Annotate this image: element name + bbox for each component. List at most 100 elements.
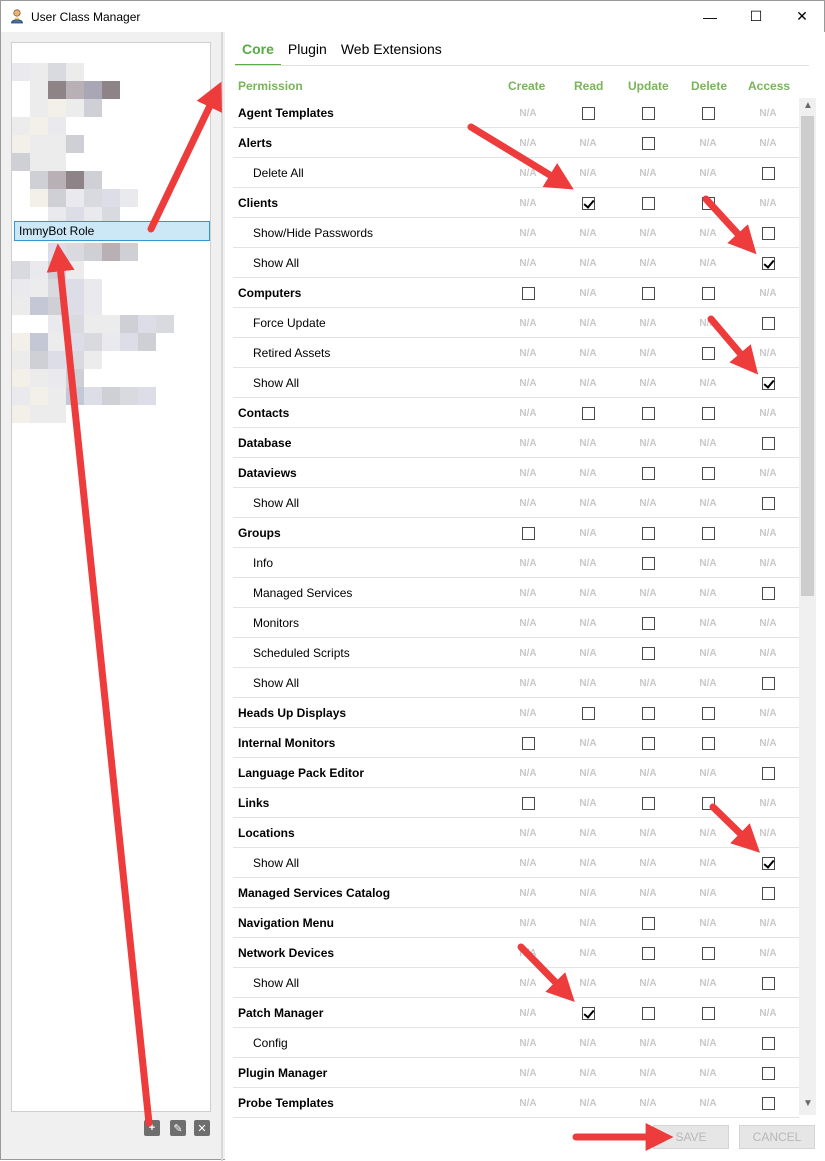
save-button[interactable]: SAVE [653, 1125, 729, 1149]
access-checkbox[interactable] [761, 1066, 775, 1080]
access-na: N/A [759, 557, 777, 569]
create-checkbox[interactable] [521, 286, 535, 300]
permission-name: Clients [238, 196, 279, 210]
read-na: N/A [579, 767, 597, 779]
delete-checkbox[interactable] [701, 1006, 715, 1020]
update-checkbox[interactable] [641, 556, 655, 570]
minimize-icon: — [703, 8, 717, 25]
scroll-down-icon[interactable]: ▼ [803, 1098, 813, 1109]
access-checkbox[interactable] [761, 316, 775, 330]
create-checkbox[interactable] [521, 736, 535, 750]
access-checkbox[interactable] [761, 376, 775, 390]
delete-checkbox[interactable] [701, 946, 715, 960]
maximize-button[interactable]: ☐ [733, 1, 779, 32]
update-checkbox[interactable] [641, 736, 655, 750]
panel-splitter[interactable] [221, 32, 223, 1161]
access-checkbox[interactable] [761, 856, 775, 870]
access-checkbox[interactable] [761, 1096, 775, 1110]
read-checkbox[interactable] [581, 1006, 595, 1020]
redacted-pixel [30, 99, 48, 117]
update-checkbox[interactable] [641, 286, 655, 300]
access-checkbox[interactable] [761, 1036, 775, 1050]
scroll-up-icon[interactable]: ▲ [803, 100, 813, 111]
edit-role-button[interactable]: ✎ [170, 1120, 186, 1136]
delete-checkbox[interactable] [701, 346, 715, 360]
scroll-thumb[interactable] [801, 116, 814, 596]
redacted-pixel [102, 243, 120, 261]
update-cell [628, 465, 668, 481]
redacted-pixel [12, 333, 30, 351]
update-checkbox[interactable] [641, 136, 655, 150]
delete-checkbox[interactable] [701, 286, 715, 300]
role-item-selected[interactable]: ImmyBot Role [14, 221, 210, 241]
delete-checkbox[interactable] [701, 796, 715, 810]
create-na: N/A [519, 677, 537, 689]
table-row: Patch Manager N/A N/A [233, 998, 799, 1028]
redacted-pixel [30, 81, 48, 99]
minimize-button[interactable]: — [687, 1, 733, 32]
create-cell [508, 285, 548, 301]
delete-checkbox[interactable] [701, 706, 715, 720]
permission-name: Computers [238, 286, 302, 300]
delete-role-button[interactable]: ✕ [194, 1120, 210, 1136]
access-checkbox[interactable] [761, 226, 775, 240]
read-checkbox[interactable] [581, 106, 595, 120]
access-checkbox[interactable] [761, 766, 775, 780]
grid-scrollbar[interactable]: ▲ ▼ [799, 98, 816, 1115]
role-list[interactable]: ImmyBot Role [11, 42, 211, 1112]
update-checkbox[interactable] [641, 196, 655, 210]
read-checkbox[interactable] [581, 706, 595, 720]
delete-na: N/A [699, 557, 717, 569]
redacted-pixel [30, 117, 48, 135]
update-checkbox[interactable] [641, 1006, 655, 1020]
read-na: N/A [579, 137, 597, 149]
delete-checkbox[interactable] [701, 106, 715, 120]
close-button[interactable]: ✕ [779, 1, 825, 32]
update-checkbox[interactable] [641, 706, 655, 720]
update-na: N/A [639, 167, 657, 179]
read-checkbox[interactable] [581, 406, 595, 420]
access-na: N/A [759, 347, 777, 359]
update-checkbox[interactable] [641, 616, 655, 630]
table-row: Links N/A N/A [233, 788, 799, 818]
create-na: N/A [519, 197, 537, 209]
tab-core[interactable]: Core [235, 40, 281, 66]
access-checkbox[interactable] [761, 166, 775, 180]
access-checkbox[interactable] [761, 676, 775, 690]
update-na: N/A [639, 227, 657, 239]
delete-checkbox[interactable] [701, 736, 715, 750]
delete-checkbox[interactable] [701, 526, 715, 540]
access-na: N/A [759, 707, 777, 719]
add-role-button[interactable]: + [144, 1120, 160, 1136]
access-checkbox[interactable] [761, 256, 775, 270]
access-checkbox[interactable] [761, 976, 775, 990]
update-checkbox[interactable] [641, 406, 655, 420]
redacted-pixel [30, 279, 48, 297]
read-cell [568, 105, 608, 121]
update-checkbox[interactable] [641, 106, 655, 120]
access-checkbox[interactable] [761, 496, 775, 510]
delete-checkbox[interactable] [701, 406, 715, 420]
update-checkbox[interactable] [641, 946, 655, 960]
update-checkbox[interactable] [641, 526, 655, 540]
delete-checkbox[interactable] [701, 466, 715, 480]
permission-name: Locations [238, 826, 295, 840]
update-checkbox[interactable] [641, 796, 655, 810]
create-checkbox[interactable] [521, 796, 535, 810]
tab-plugin[interactable]: Plugin [281, 40, 334, 66]
access-cell [748, 165, 788, 181]
read-checkbox[interactable] [581, 196, 595, 210]
update-checkbox[interactable] [641, 646, 655, 660]
create-checkbox[interactable] [521, 526, 535, 540]
permission-name: Navigation Menu [238, 916, 335, 930]
access-checkbox[interactable] [761, 436, 775, 450]
update-checkbox[interactable] [641, 466, 655, 480]
cancel-button[interactable]: CANCEL [739, 1125, 815, 1149]
update-checkbox[interactable] [641, 916, 655, 930]
create-na: N/A [519, 977, 537, 989]
tab-web-extensions[interactable]: Web Extensions [334, 40, 449, 66]
access-checkbox[interactable] [761, 886, 775, 900]
access-checkbox[interactable] [761, 586, 775, 600]
delete-checkbox[interactable] [701, 196, 715, 210]
redacted-pixel [102, 315, 120, 333]
